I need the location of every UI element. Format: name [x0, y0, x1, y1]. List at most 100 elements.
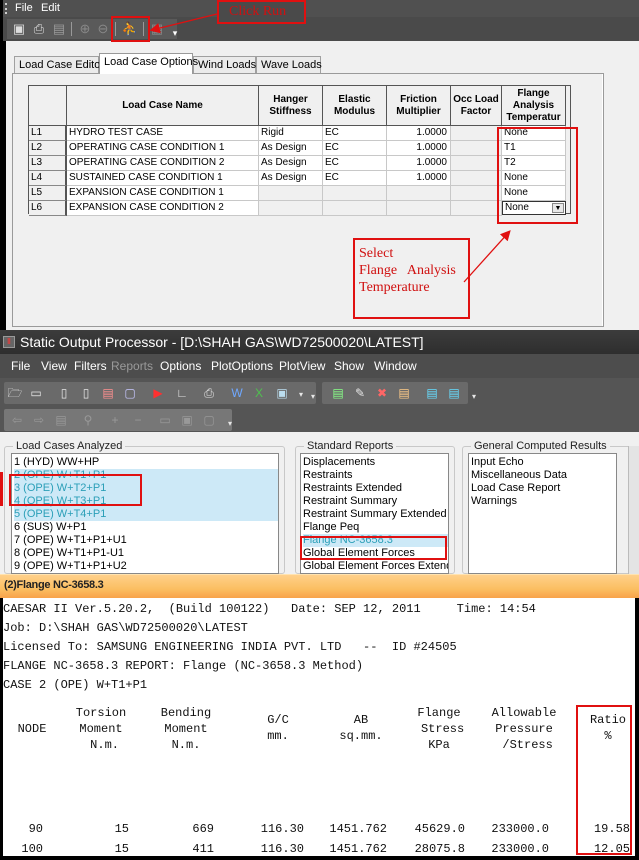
load-cases-list[interactable]: 1 (HYD) WW+HP 2 (OPE) W+T1+P1 3 (OPE) W+T2… — [11, 453, 279, 574]
load-case-item[interactable]: 6 (SUS) W+P1 — [14, 521, 278, 534]
tab-load-case-editor[interactable]: Load Case Editor — [14, 56, 104, 73]
preview-icon[interactable]: ▢ — [201, 412, 217, 428]
load-report-icon[interactable]: ▤ — [396, 385, 412, 401]
general-result-item[interactable]: Load Case Report — [471, 482, 616, 495]
grid-cell-elastic[interactable]: EC — [323, 141, 387, 156]
delete-report-icon[interactable]: ✖ — [374, 385, 390, 401]
grid-cell-occ[interactable] — [451, 201, 502, 216]
grid-cell-friction[interactable]: 1.0000 — [387, 171, 451, 186]
grid-cell-name[interactable]: OPERATING CASE CONDITION 1 — [67, 141, 259, 156]
grid-cell-elastic[interactable]: EC — [323, 126, 387, 141]
expand-icon[interactable]: + — [107, 412, 123, 428]
import-icon[interactable]: ▤ — [424, 385, 440, 401]
export-icon[interactable]: ▤ — [446, 385, 462, 401]
row-header[interactable]: L3 — [29, 156, 67, 171]
row-header[interactable]: L1 — [29, 126, 67, 141]
menu-file[interactable]: File — [11, 359, 30, 373]
panel-splitter[interactable] — [628, 446, 639, 574]
toolbar-overflow-icon[interactable]: ▾ — [167, 25, 183, 41]
grid-cell-elastic[interactable] — [323, 186, 387, 201]
print-preview-icon[interactable]: ▤ — [51, 21, 67, 37]
document-icon[interactable]: ▤ — [53, 412, 69, 428]
grid-cell-elastic[interactable]: EC — [323, 156, 387, 171]
open-icon[interactable]: 🗁 — [7, 385, 23, 401]
tab-wave-loads[interactable]: Wave Loads — [256, 56, 322, 73]
standard-report-item[interactable]: Displacements — [303, 456, 448, 469]
grid-cell-friction[interactable] — [387, 186, 451, 201]
grid-cell-occ[interactable] — [451, 126, 502, 141]
grid-cell-friction[interactable]: 1.0000 — [387, 141, 451, 156]
save-icon[interactable]: ▣ — [11, 21, 27, 37]
general-result-item[interactable]: Warnings — [471, 495, 616, 508]
find-icon[interactable]: ⚲ — [80, 412, 96, 428]
standard-report-item[interactable]: Flange Peq — [303, 521, 448, 534]
title-page-icon[interactable]: ▯ — [56, 385, 72, 401]
tab-wind-loads[interactable]: Wind Loads — [193, 56, 256, 73]
general-result-item[interactable]: Miscellaneous Data — [471, 469, 616, 482]
load-case-item[interactable]: 8 (OPE) W+T1+P1-U1 — [14, 547, 278, 560]
collapse-icon[interactable]: − — [130, 412, 146, 428]
word-export-icon[interactable]: W — [229, 385, 245, 401]
grid-cell-name[interactable]: EXPANSION CASE CONDITION 1 — [67, 186, 259, 201]
menu-filters[interactable]: Filters — [74, 359, 107, 373]
animation-icon[interactable]: ▶ — [150, 385, 166, 401]
save-icon[interactable]: ▭ — [157, 412, 173, 428]
load-case-item[interactable]: 9 (OPE) W+T1+P1+U2 — [14, 560, 278, 573]
grid-cell-elastic[interactable]: EC — [323, 171, 387, 186]
table-of-contents-icon[interactable]: ▯ — [78, 385, 94, 401]
menu-window[interactable]: Window — [374, 359, 417, 373]
plot-icon[interactable]: ∟ — [174, 385, 190, 401]
standard-report-item[interactable]: Restraints Extended — [303, 482, 448, 495]
grid-cell-hanger[interactable]: As Design — [259, 156, 323, 171]
bookmark-icon[interactable]: ▢ — [122, 385, 138, 401]
grid-cell-name[interactable]: OPERATING CASE CONDITION 2 — [67, 156, 259, 171]
print-icon[interactable]: ⎙ — [201, 385, 217, 401]
zoom-out-icon[interactable]: ⊖ — [95, 21, 111, 37]
grid-cell-hanger[interactable] — [259, 186, 323, 201]
menu-edit[interactable]: Edit — [41, 2, 60, 14]
standard-report-item[interactable]: Global Element Forces Extended — [303, 560, 448, 573]
print-icon[interactable]: ⎙ — [31, 21, 47, 37]
forward-icon[interactable]: ⇨ — [31, 412, 47, 428]
edit-report-icon[interactable]: ✎ — [352, 385, 368, 401]
standard-report-item[interactable]: Restraint Summary — [303, 495, 448, 508]
standard-report-item[interactable]: Restraint Summary Extended — [303, 508, 448, 521]
menu-file[interactable]: File — [15, 2, 33, 14]
tab-load-case-options[interactable]: Load Case Options — [99, 53, 198, 74]
load-case-item[interactable]: 1 (HYD) WW+HP — [14, 456, 278, 469]
toolbar-overflow-icon[interactable]: ▾ — [466, 389, 482, 405]
standard-report-item[interactable]: Restraints — [303, 469, 448, 482]
row-header[interactable]: L6 — [29, 201, 67, 216]
grid-cell-name[interactable]: SUSTAINED CASE CONDITION 1 — [67, 171, 259, 186]
general-results-list[interactable]: Input Echo Miscellaneous Data Load Case Re… — [468, 453, 617, 574]
general-result-item[interactable]: Input Echo — [471, 456, 616, 469]
grid-cell-occ[interactable] — [451, 156, 502, 171]
grid-cell-hanger[interactable] — [259, 201, 323, 216]
add-report-icon[interactable]: ▤ — [330, 385, 346, 401]
grid-cell-friction[interactable]: 1.0000 — [387, 156, 451, 171]
row-header[interactable]: L4 — [29, 171, 67, 186]
toolbar-overflow-icon[interactable]: ▾ — [222, 416, 238, 432]
report-icon[interactable]: ▤ — [100, 385, 116, 401]
grid-cell-friction[interactable] — [387, 201, 451, 216]
grid-cell-hanger[interactable]: Rigid — [259, 126, 323, 141]
row-header[interactable]: L2 — [29, 141, 67, 156]
grid-cell-name[interactable]: EXPANSION CASE CONDITION 2 — [67, 201, 259, 216]
toolbar-overflow-icon[interactable]: ▾ — [305, 389, 321, 405]
menu-plotoptions[interactable]: PlotOptions — [211, 359, 273, 373]
grid-cell-hanger[interactable]: As Design — [259, 171, 323, 186]
report-tab[interactable]: (2)Flange NC-3658.3 — [0, 574, 639, 598]
save-all-icon[interactable]: ▣ — [179, 412, 195, 428]
row-header[interactable]: L5 — [29, 186, 67, 201]
menu-show[interactable]: Show — [334, 359, 364, 373]
menu-options[interactable]: Options — [160, 359, 201, 373]
menu-plotview[interactable]: PlotView — [279, 359, 325, 373]
load-case-item[interactable]: 5 (OPE) W+T4+P1 — [14, 508, 278, 521]
back-icon[interactable]: ⇦ — [9, 412, 25, 428]
menu-view[interactable]: View — [41, 359, 67, 373]
view-reports-icon[interactable]: ▣ — [274, 385, 290, 401]
excel-export-icon[interactable]: X — [251, 385, 267, 401]
grid-cell-elastic[interactable] — [323, 201, 387, 216]
grid-cell-hanger[interactable]: As Design — [259, 141, 323, 156]
grid-cell-occ[interactable] — [451, 171, 502, 186]
